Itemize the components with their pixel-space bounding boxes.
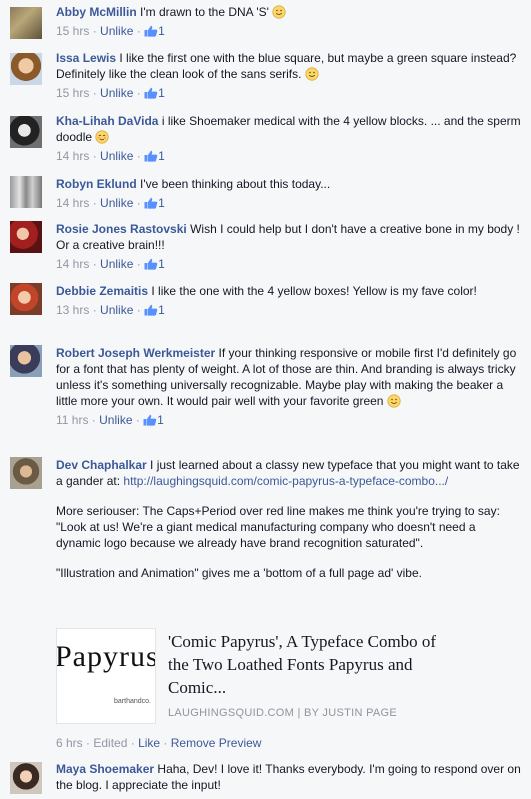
unlike-link[interactable]: Unlike	[99, 413, 132, 427]
comment-text: I've been thinking about this today...	[140, 177, 331, 191]
comment-meta: 14 hrs · Unlike · 1	[56, 257, 165, 271]
smiley-emoji-icon	[387, 394, 401, 408]
comment-meta: 15 hrs · Unlike · 1	[56, 86, 165, 100]
like-thumb-icon	[144, 258, 158, 270]
comment-meta: 14 hrs · Unlike · 1	[56, 149, 165, 163]
commenter-name[interactable]: Kha-Lihah DaVida	[56, 114, 158, 128]
like-count[interactable]: 1	[158, 86, 165, 100]
avatar[interactable]	[10, 7, 42, 39]
like-thumb-icon	[144, 87, 158, 99]
commenter-name[interactable]: Abby McMillin	[56, 5, 137, 19]
edited-label[interactable]: Edited	[93, 736, 127, 750]
avatar[interactable]	[10, 53, 42, 85]
comment-meta: 14 hrs · Unlike · 1	[56, 196, 165, 210]
like-count[interactable]: 1	[157, 413, 164, 427]
link-preview-image[interactable]: Papyrus barthandco.	[56, 628, 156, 724]
commenter-name[interactable]: Dev Chaphalkar	[56, 458, 147, 472]
unlike-link[interactable]: Unlike	[100, 86, 133, 100]
timestamp[interactable]: 14 hrs	[56, 196, 89, 210]
commenter-name[interactable]: Robyn Eklund	[56, 177, 137, 191]
comment-meta: 11 hrs · Unlike · 1	[56, 413, 164, 427]
unlike-link[interactable]: Unlike	[100, 303, 133, 317]
commenter-name[interactable]: Issa Lewis	[56, 51, 116, 65]
avatar[interactable]	[10, 116, 42, 148]
like-count[interactable]: 1	[158, 257, 165, 271]
comment-paragraph: "Illustration and Animation" gives me a …	[56, 566, 422, 580]
smiley-emoji-icon	[305, 67, 319, 81]
comment-text: I like the first one with the blue squar…	[56, 51, 517, 81]
like-thumb-icon	[144, 304, 158, 316]
timestamp[interactable]: 14 hrs	[56, 149, 89, 163]
unlike-link[interactable]: Unlike	[100, 24, 133, 38]
unlike-link[interactable]: Unlike	[100, 149, 133, 163]
preview-image-caption: barthandco.	[114, 698, 151, 705]
unlike-link[interactable]: Unlike	[100, 196, 133, 210]
like-count[interactable]: 1	[158, 24, 165, 38]
like-thumb-icon	[144, 25, 158, 37]
commenter-name[interactable]: Rosie Jones Rastovski	[56, 222, 187, 236]
commenter-name[interactable]: Maya Shoemaker	[56, 762, 154, 776]
smiley-emoji-icon	[272, 5, 286, 19]
like-thumb-icon	[143, 414, 157, 426]
timestamp[interactable]: 13 hrs	[56, 303, 89, 317]
avatar[interactable]	[10, 762, 42, 794]
like-count[interactable]: 1	[158, 149, 165, 163]
timestamp[interactable]: 15 hrs	[56, 24, 89, 38]
comment-paragraph: More seriouser: The Caps+Period over red…	[56, 504, 500, 550]
avatar[interactable]	[10, 345, 42, 377]
blushing-emoji-icon	[95, 130, 109, 144]
like-link[interactable]: Like	[138, 736, 160, 750]
avatar[interactable]	[10, 457, 42, 489]
like-count[interactable]: 1	[158, 196, 165, 210]
unlike-link[interactable]: Unlike	[100, 257, 133, 271]
link-preview-title[interactable]: 'Comic Papyrus', A Typeface Combo of the…	[168, 630, 438, 699]
avatar[interactable]	[10, 283, 42, 315]
comment-text: I'm drawn to the DNA 'S'	[140, 5, 269, 19]
like-thumb-icon	[144, 150, 158, 162]
link-preview[interactable]: Papyrus barthandco. 'Comic Papyrus', A T…	[56, 628, 436, 724]
comments-list: Abby McMillin I'm drawn to the DNA 'S' 1…	[0, 0, 531, 799]
shared-link[interactable]: http://laughingsquid.com/comic-papyrus-a…	[123, 474, 448, 488]
timestamp[interactable]: 6 hrs	[56, 736, 83, 750]
commenter-name[interactable]: Debbie Zemaitis	[56, 284, 148, 298]
preview-image-wordmark: Papyrus	[56, 640, 156, 673]
timestamp[interactable]: 15 hrs	[56, 86, 89, 100]
avatar[interactable]	[10, 176, 42, 208]
like-thumb-icon	[144, 197, 158, 209]
comment-meta: 15 hrs · Unlike · 1	[56, 24, 165, 38]
like-count[interactable]: 1	[158, 303, 165, 317]
commenter-name[interactable]: Robert Joseph Werkmeister	[56, 346, 215, 360]
comment-text: I like the one with the 4 yellow boxes! …	[151, 284, 477, 298]
timestamp[interactable]: 11 hrs	[56, 413, 88, 427]
remove-preview-link[interactable]: Remove Preview	[171, 736, 262, 750]
comment-meta: 13 hrs · Unlike · 1	[56, 303, 165, 317]
link-preview-source: LAUGHINGSQUID.COM | BY JUSTIN PAGE	[168, 707, 398, 719]
timestamp[interactable]: 14 hrs	[56, 257, 89, 271]
avatar[interactable]	[10, 221, 42, 253]
comment-meta: 6 hrs · Edited · Like · Remove Preview	[56, 736, 262, 750]
